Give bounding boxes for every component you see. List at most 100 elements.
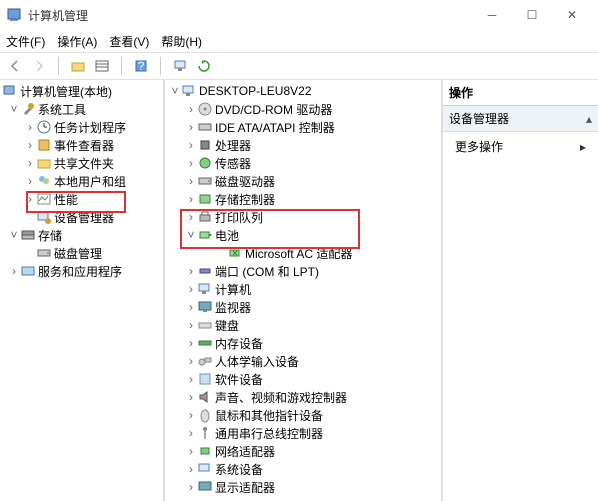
device-category[interactable]: ›系统设备: [165, 460, 441, 478]
device-root[interactable]: ˅ DESKTOP-LEU8V22: [165, 82, 441, 100]
device-label: 监视器: [215, 299, 251, 316]
device-category[interactable]: ›通用串行总线控制器: [165, 424, 441, 442]
tree-disk-mgmt[interactable]: 磁盘管理: [0, 244, 163, 262]
device-category[interactable]: ›传感器: [165, 154, 441, 172]
expand-icon[interactable]: ›: [185, 426, 197, 440]
device-icon: [197, 137, 213, 153]
tree-system-tools[interactable]: ˅ 系统工具: [0, 100, 163, 118]
list-icon[interactable]: [93, 57, 111, 75]
expand-icon[interactable]: ›: [185, 120, 197, 134]
device-category[interactable]: ›软件设备: [165, 370, 441, 388]
forward-icon[interactable]: [30, 57, 48, 75]
expand-icon[interactable]: ›: [24, 138, 36, 152]
device-label: 鼠标和其他指针设备: [215, 407, 323, 424]
menu-help[interactable]: 帮助(H): [161, 33, 202, 50]
expand-icon[interactable]: ›: [8, 264, 20, 278]
device-category[interactable]: ›键盘: [165, 316, 441, 334]
device-category[interactable]: ˅ 电池: [165, 226, 441, 244]
actions-subheader[interactable]: 设备管理器 ▴: [443, 106, 598, 132]
expand-icon[interactable]: ›: [185, 138, 197, 152]
tree-root[interactable]: 计算机管理(本地): [0, 82, 163, 100]
expand-icon[interactable]: ›: [185, 210, 197, 224]
collapse-icon[interactable]: ˅: [8, 102, 20, 116]
device-root-label: DESKTOP-LEU8V22: [199, 84, 312, 98]
expand-icon[interactable]: ›: [185, 192, 197, 206]
tree-shared-folders[interactable]: › 共享文件夹: [0, 154, 163, 172]
device-category[interactable]: › 存储控制器: [165, 190, 441, 208]
tree-label: 磁盘管理: [54, 245, 102, 262]
expand-icon[interactable]: ›: [24, 174, 36, 188]
device-category[interactable]: ›磁盘驱动器: [165, 172, 441, 190]
tree-local-users[interactable]: › 本地用户和组: [0, 172, 163, 190]
expand-icon[interactable]: ›: [185, 390, 197, 404]
expand-icon[interactable]: ›: [24, 120, 36, 134]
tree-task-scheduler[interactable]: › 任务计划程序: [0, 118, 163, 136]
device-category[interactable]: ›显示适配器: [165, 478, 441, 496]
device-category[interactable]: › 鼠标和其他指针设备: [165, 406, 441, 424]
refresh-icon[interactable]: [195, 57, 213, 75]
expand-icon[interactable]: ›: [185, 408, 197, 422]
device-label: IDE ATA/ATAPI 控制器: [215, 119, 335, 136]
device-label: 存储控制器: [215, 191, 275, 208]
expand-icon[interactable]: ›: [185, 336, 197, 350]
device-icon: [197, 461, 213, 477]
folder-icon[interactable]: [69, 57, 87, 75]
back-icon[interactable]: [6, 57, 24, 75]
device-label: Microsoft AC 适配器: [245, 245, 352, 262]
device-category[interactable]: ›内存设备: [165, 334, 441, 352]
expand-icon[interactable]: ›: [185, 300, 197, 314]
expand-icon[interactable]: ›: [185, 318, 197, 332]
collapse-icon[interactable]: ˅: [169, 84, 181, 98]
device-category[interactable]: ›声音、视频和游戏控制器: [165, 388, 441, 406]
device-category[interactable]: ›网络适配器: [165, 442, 441, 460]
maximize-button[interactable]: ☐: [512, 0, 552, 30]
device-category[interactable]: ›人体学输入设备: [165, 352, 441, 370]
center-tree[interactable]: ˅ DESKTOP-LEU8V22 ›DVD/CD-ROM 驱动器›IDE AT…: [165, 80, 443, 501]
device-icon: [197, 281, 213, 297]
expand-icon[interactable]: ›: [185, 444, 197, 458]
tree-label: 存储: [38, 227, 62, 244]
collapse-icon[interactable]: ˅: [8, 228, 20, 242]
device-category[interactable]: ›端口 (COM 和 LPT): [165, 262, 441, 280]
dropdown-icon[interactable]: ▴: [586, 112, 592, 126]
tree-device-manager[interactable]: 设备管理器: [0, 208, 163, 226]
tree-performance[interactable]: › 性能: [0, 190, 163, 208]
device-category[interactable]: ›DVD/CD-ROM 驱动器: [165, 100, 441, 118]
expand-icon[interactable]: ˅: [185, 228, 197, 242]
help-icon[interactable]: ?: [132, 57, 150, 75]
menu-view[interactable]: 查看(V): [109, 33, 149, 50]
expand-icon[interactable]: ›: [185, 462, 197, 476]
tree-storage[interactable]: ˅ 存储: [0, 226, 163, 244]
expand-icon[interactable]: ›: [24, 156, 36, 170]
expand-icon[interactable]: ›: [185, 264, 197, 278]
menu-action[interactable]: 操作(A): [57, 33, 97, 50]
shared-folder-icon: [36, 155, 52, 171]
expand-icon[interactable]: ›: [185, 174, 197, 188]
device-label: 电池: [215, 227, 239, 244]
window-title: 计算机管理: [28, 7, 88, 24]
more-actions[interactable]: 更多操作 ▸: [443, 132, 598, 161]
expand-icon[interactable]: ›: [185, 372, 197, 386]
device-category[interactable]: ›打印队列: [165, 208, 441, 226]
device-icon: [197, 479, 213, 495]
device-category[interactable]: ›处理器: [165, 136, 441, 154]
expand-icon[interactable]: ›: [185, 156, 197, 170]
tree-services[interactable]: › 服务和应用程序: [0, 262, 163, 280]
expand-icon[interactable]: ›: [24, 192, 36, 206]
expand-icon[interactable]: ›: [185, 282, 197, 296]
expand-icon[interactable]: ›: [185, 354, 197, 368]
computer-icon[interactable]: [171, 57, 189, 75]
device-icon: [197, 299, 213, 315]
menu-file[interactable]: 文件(F): [6, 33, 45, 50]
expand-icon[interactable]: ›: [185, 102, 197, 116]
device-category[interactable]: › 监视器: [165, 298, 441, 316]
device-category[interactable]: ›计算机: [165, 280, 441, 298]
left-tree[interactable]: 计算机管理(本地) ˅ 系统工具 › 任务计划程序 › 事件查看器 › 共享文件…: [0, 80, 165, 501]
minimize-button[interactable]: ─: [472, 0, 512, 30]
tree-label: 任务计划程序: [54, 119, 126, 136]
device-category[interactable]: › IDE ATA/ATAPI 控制器: [165, 118, 441, 136]
expand-icon[interactable]: ›: [185, 480, 197, 494]
device-category[interactable]: Microsoft AC 适配器: [165, 244, 441, 262]
close-button[interactable]: ✕: [552, 0, 592, 30]
tree-event-viewer[interactable]: › 事件查看器: [0, 136, 163, 154]
